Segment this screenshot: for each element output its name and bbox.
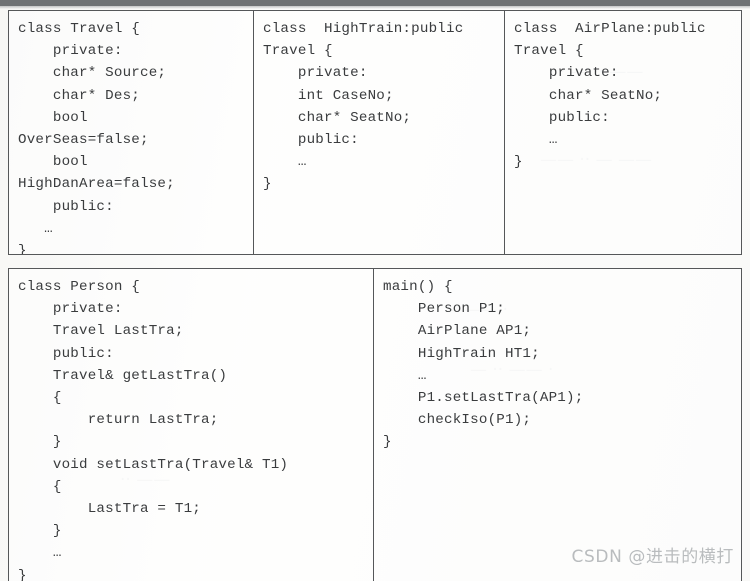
code-block-airplane: class AirPlane:public Travel { private: … <box>514 21 706 171</box>
class-definitions-table: class Travel { private: char* Source; ch… <box>8 10 742 255</box>
code-block-hightrain: class HighTrain:public Travel { private:… <box>263 21 464 193</box>
code-panel-hightrain: class HighTrain:public Travel { private:… <box>253 11 504 254</box>
code-panel-main: main() { Person P1; AirPlane AP1; HighTr… <box>373 269 741 581</box>
scanned-page: · — ·· —— —— ·· — —— ·· ——— · — ·· —— · … <box>0 0 750 581</box>
code-panel-travel: class Travel { private: char* Source; ch… <box>9 11 253 254</box>
code-block-travel: class Travel { private: char* Source; ch… <box>18 21 175 254</box>
code-block-main: main() { Person P1; AirPlane AP1; HighTr… <box>383 279 584 451</box>
usage-code-table: class Person { private: Travel LastTra; … <box>8 268 742 581</box>
code-block-person: class Person { private: Travel LastTra; … <box>18 279 289 581</box>
code-panel-airplane: class AirPlane:public Travel { private: … <box>504 11 740 254</box>
scan-edge-shadow <box>0 6 750 9</box>
code-panel-person: class Person { private: Travel LastTra; … <box>9 269 373 581</box>
